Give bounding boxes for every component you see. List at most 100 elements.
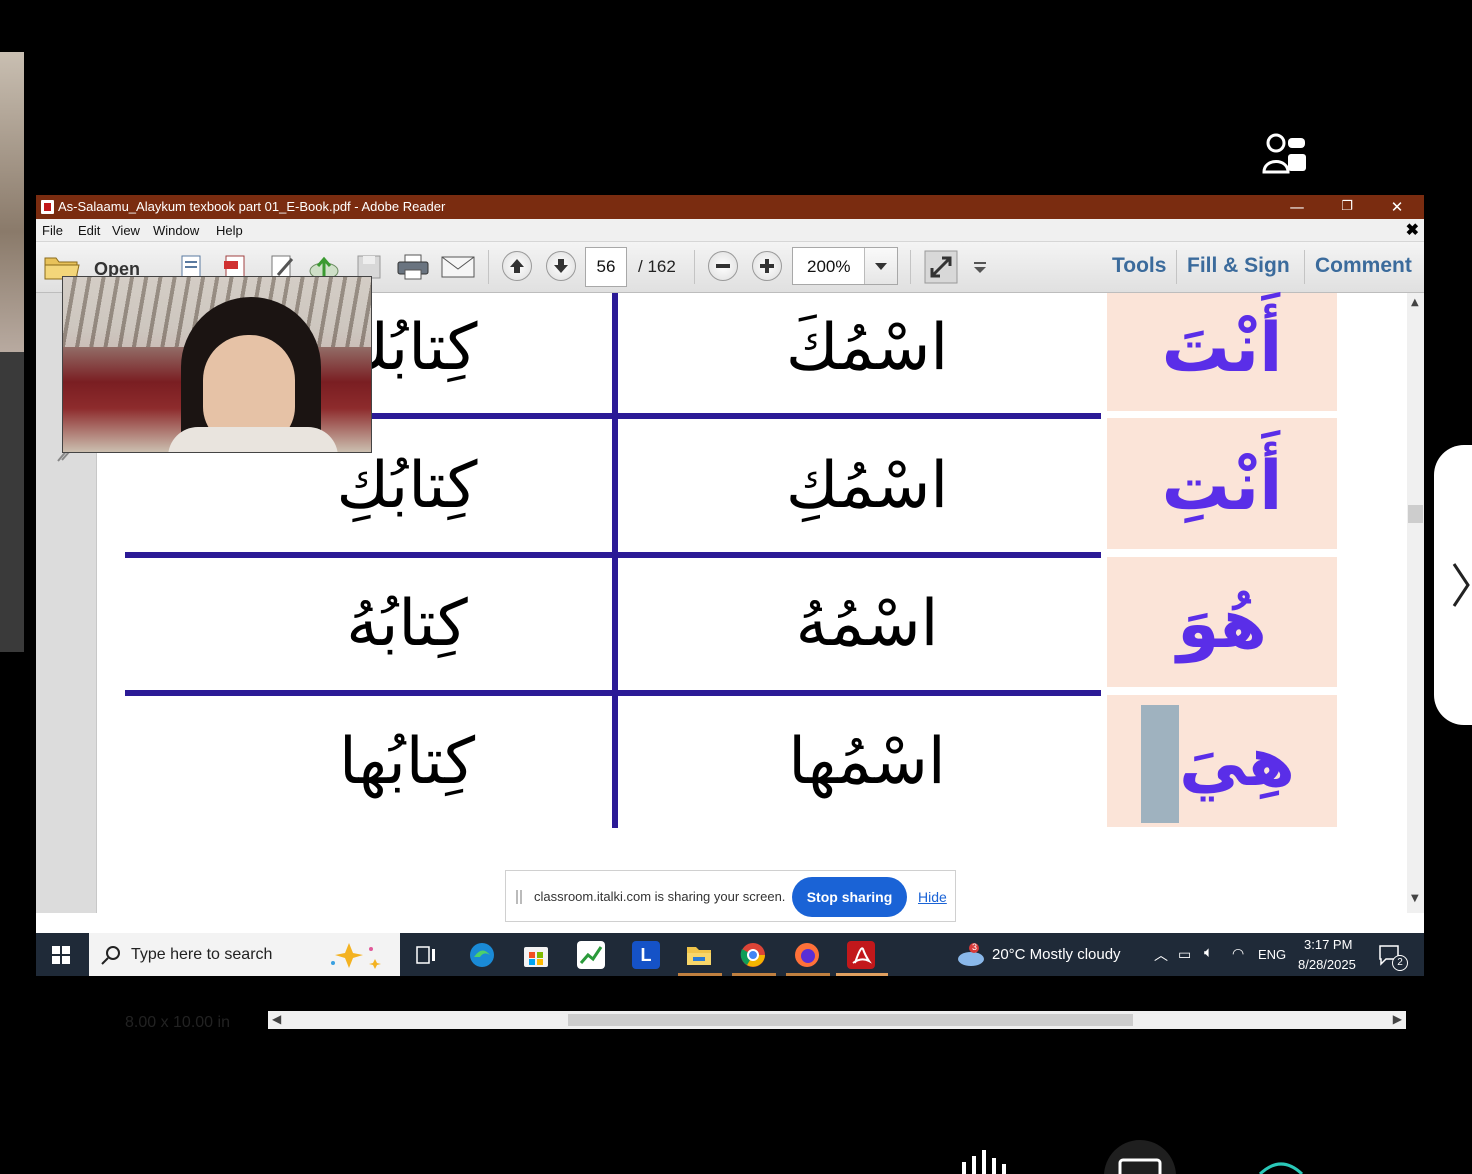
chevron-down-icon[interactable] xyxy=(864,248,897,284)
word-book: كِتابُها xyxy=(338,725,476,799)
fill-sign-pane-button[interactable]: Fill & Sign xyxy=(1187,254,1290,278)
weather-text[interactable]: 20°C Mostly cloudy xyxy=(992,946,1121,963)
windows-start-icon[interactable] xyxy=(52,946,70,969)
participants-icon[interactable] xyxy=(1262,132,1308,174)
weather-icon[interactable]: 3 xyxy=(956,942,986,967)
zoom-select[interactable]: 200% xyxy=(792,247,898,285)
scroll-down-icon[interactable]: ▼ xyxy=(1411,893,1419,904)
language-indicator[interactable]: ENG xyxy=(1258,947,1286,962)
file-explorer-icon[interactable] xyxy=(685,941,713,969)
page-number-input[interactable]: 56 xyxy=(585,247,627,287)
close-button[interactable]: ✕ xyxy=(1374,195,1420,219)
zoom-out-button[interactable] xyxy=(708,251,738,281)
toolbar-separator xyxy=(694,250,695,284)
toolbar-separator xyxy=(488,250,489,284)
weather-badge: 3 xyxy=(972,942,978,952)
chrome-icon[interactable] xyxy=(739,941,767,969)
notification-center-icon[interactable]: 2 xyxy=(1378,943,1408,971)
close-document-icon[interactable]: ✖ xyxy=(1406,220,1419,240)
webcam-person-shirt xyxy=(168,427,338,452)
email-icon[interactable] xyxy=(440,253,476,281)
previous-page-button[interactable] xyxy=(502,251,532,281)
menu-edit[interactable]: Edit xyxy=(78,223,100,238)
table-row-divider xyxy=(125,690,1101,696)
horizontal-scroll-thumb[interactable] xyxy=(568,1014,1133,1026)
volume-icon[interactable]: 🔈︎ xyxy=(1204,944,1213,961)
webcam-video[interactable] xyxy=(62,276,372,453)
table-row-divider xyxy=(125,552,1101,558)
tools-pane-button[interactable]: Tools xyxy=(1112,254,1166,278)
taskbar-search[interactable]: Type here to search xyxy=(89,933,400,976)
horizontal-scrollbar[interactable]: ◀ ▶ xyxy=(268,1011,1406,1029)
screen-share-bar: classroom.italki.com is sharing your scr… xyxy=(505,870,956,922)
running-indicator xyxy=(732,973,776,976)
word-pronoun: هِيَ xyxy=(1179,723,1295,802)
word-pronoun: أَنْتِ xyxy=(1161,447,1283,526)
edge-browser-icon[interactable] xyxy=(468,941,496,969)
screen-share-icon[interactable] xyxy=(1102,1138,1178,1174)
fit-page-icon[interactable] xyxy=(924,250,958,284)
next-page-button[interactable] xyxy=(546,251,576,281)
menu-help[interactable]: Help xyxy=(216,223,243,238)
scroll-left-icon[interactable]: ◀ xyxy=(272,1012,281,1026)
scroll-up-icon[interactable]: ▲ xyxy=(1411,297,1419,308)
search-icon xyxy=(101,946,120,965)
word-name: اسْمُها xyxy=(788,725,946,799)
background-photo xyxy=(0,52,24,352)
firefox-icon[interactable] xyxy=(793,941,821,969)
drag-handle[interactable] xyxy=(516,890,522,904)
word-pronoun: هُوَ xyxy=(1177,585,1267,664)
print-icon[interactable] xyxy=(396,253,430,281)
word-name: اسْمُكِ xyxy=(785,449,949,523)
wifi-status-icon xyxy=(1258,1162,1304,1174)
toolbar-separator xyxy=(1304,250,1305,284)
background-window-edge xyxy=(0,52,24,652)
menu-view[interactable]: View xyxy=(112,223,140,238)
page-total: / 162 xyxy=(638,257,676,276)
search-placeholder: Type here to search xyxy=(131,946,273,963)
windows-taskbar: Type here to search L 3 20°C Mostly clou… xyxy=(36,933,1424,976)
microsoft-store-icon[interactable] xyxy=(522,941,550,969)
clock-date[interactable]: 8/28/2025 xyxy=(1298,957,1356,972)
toolbar-separator xyxy=(910,250,911,284)
l-app-icon[interactable]: L xyxy=(632,941,660,969)
word-book: كِتابُكِ xyxy=(336,449,478,523)
title-bar: As-Salaamu_Alaykum texbook part 01_E-Boo… xyxy=(36,195,1424,219)
clock-time[interactable]: 3:17 PM xyxy=(1304,937,1352,952)
adobe-reader-icon xyxy=(41,200,54,214)
hide-link[interactable]: Hide xyxy=(918,889,947,905)
search-highlight-icon xyxy=(331,943,381,969)
restore-button[interactable]: ❐ xyxy=(1324,195,1370,219)
word-name: اسْمُهُ xyxy=(795,587,939,661)
menu-bar: File Edit View Window Help ✖ xyxy=(36,219,1424,242)
task-view-icon[interactable] xyxy=(414,943,438,967)
wifi-icon[interactable]: ◠ xyxy=(1232,945,1244,962)
word-book: كِتابُهُ xyxy=(346,587,468,661)
active-indicator xyxy=(836,973,888,976)
scroll-right-icon[interactable]: ▶ xyxy=(1393,1012,1402,1026)
zoom-value: 200% xyxy=(807,257,851,276)
toolbar-more-icon[interactable] xyxy=(972,253,988,281)
adobe-reader-taskbar-icon[interactable] xyxy=(847,941,875,969)
zoom-in-button[interactable] xyxy=(752,251,782,281)
menu-file[interactable]: File xyxy=(42,223,63,238)
audio-waveform-icon[interactable] xyxy=(958,1150,1008,1174)
battery-icon[interactable]: ▭ xyxy=(1178,946,1191,963)
stocks-app-icon[interactable] xyxy=(577,941,605,969)
stop-sharing-button[interactable]: Stop sharing xyxy=(792,877,907,917)
table-divider xyxy=(612,293,618,828)
minimize-button[interactable]: — xyxy=(1274,195,1320,219)
running-indicator xyxy=(786,973,830,976)
window-title: As-Salaamu_Alaykum texbook part 01_E-Boo… xyxy=(58,199,446,214)
notification-count: 2 xyxy=(1392,955,1408,971)
running-indicator xyxy=(678,973,722,976)
tray-expand-icon[interactable]: ︿ xyxy=(1154,945,1168,965)
vertical-scrollbar[interactable]: ▲ ▼ xyxy=(1407,293,1424,913)
toolbar-separator xyxy=(1176,250,1177,284)
vertical-scroll-thumb[interactable] xyxy=(1408,505,1423,523)
comment-pane-button[interactable]: Comment xyxy=(1315,254,1412,278)
chevron-right-icon[interactable] xyxy=(1450,560,1472,610)
menu-window[interactable]: Window xyxy=(153,223,199,238)
share-message: classroom.italki.com is sharing your scr… xyxy=(534,889,786,904)
bottom-controls xyxy=(950,1130,1350,1174)
